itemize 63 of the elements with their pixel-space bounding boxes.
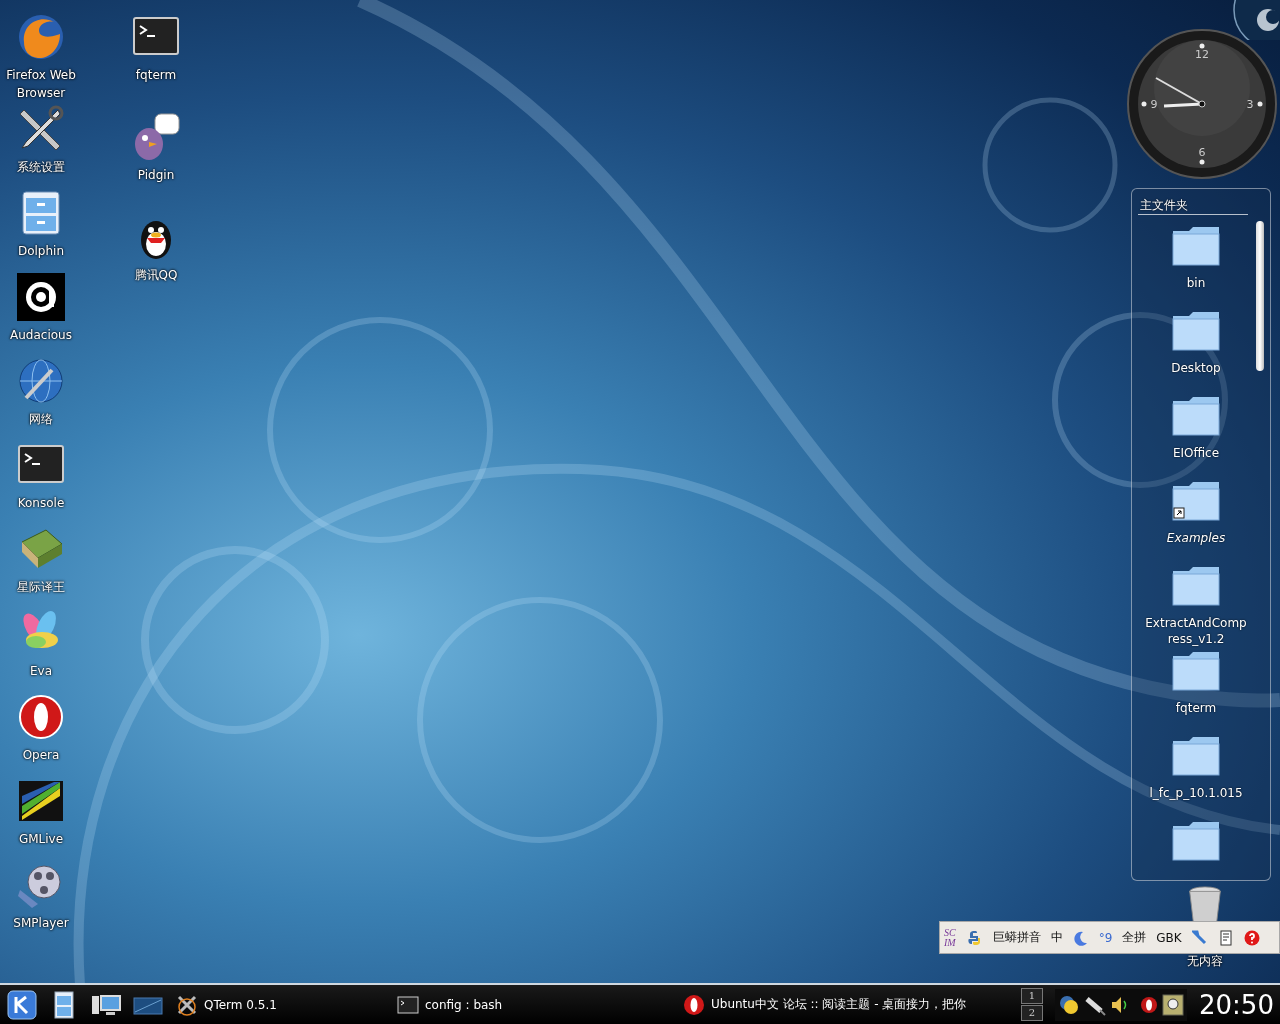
folder-icon[interactable] (1171, 310, 1221, 352)
pager-desktop[interactable]: 2 (1021, 1005, 1043, 1021)
clock-time[interactable]: 20:50 (1199, 989, 1274, 1020)
task-button[interactable]: Ubuntu中文 论坛 :: 阅读主题 - 桌面接力，把你 (679, 987, 1009, 1022)
input-scheme[interactable]: 全拼 (1117, 924, 1152, 951)
audacious-icon (16, 272, 66, 322)
clock-numeral: 12 (1195, 48, 1209, 61)
punctuation-toggle[interactable]: °9 (1093, 924, 1118, 951)
desktop-icon-label[interactable]: Dolphin (17, 242, 65, 260)
x-logo-icon (176, 993, 198, 1016)
desktop-icon-label[interactable]: Konsole (17, 494, 65, 512)
desktop-icon-label[interactable]: GMLive (18, 830, 64, 848)
desktop-icon-label[interactable]: Audacious (10, 326, 72, 344)
clock-hands (1155, 77, 1206, 108)
desktop-icon-label[interactable]: 网络 (29, 410, 53, 428)
python-icon[interactable] (1058, 993, 1080, 1016)
python-icon (966, 929, 983, 946)
desktop-icon-label[interactable]: Eva (29, 662, 52, 680)
folder-label[interactable]: Examples (1143, 530, 1249, 546)
pager-desktop[interactable]: 1 (1021, 988, 1043, 1004)
folder-view-title: 主文件夹 (1138, 197, 1248, 215)
folder-label[interactable]: EIOffice (1143, 445, 1249, 461)
language-mode-toggle[interactable]: 中 (1045, 924, 1068, 951)
task-button[interactable]: config : bash (393, 987, 673, 1022)
wrench-icon[interactable] (1191, 929, 1208, 946)
application-menu-button[interactable] (4, 987, 40, 1022)
desktop-icon-label[interactable]: SMPlayer (13, 914, 69, 932)
desktop-icon-label[interactable]: 系统设置 (17, 158, 65, 176)
clock-numeral: 9 (1150, 98, 1158, 111)
input-method-name[interactable]: 巨蟒拼音 (987, 924, 1046, 951)
folder-link-icon[interactable] (1171, 480, 1221, 522)
folder-label[interactable]: Desktop (1143, 360, 1249, 376)
folder-icon[interactable] (1171, 820, 1221, 862)
folder-icon[interactable] (1171, 225, 1221, 267)
trash-label[interactable]: 无内容 (1187, 952, 1223, 970)
opera-icon (16, 692, 66, 742)
desktop-icon-label[interactable]: Opera (22, 746, 60, 764)
folder-label[interactable]: bin (1143, 275, 1249, 291)
clock-numeral: 6 (1198, 146, 1206, 159)
crescent-icon[interactable] (1072, 929, 1089, 946)
desktop-icon-label[interactable]: fqterm (135, 66, 177, 84)
terminal-icon (397, 993, 419, 1016)
desktop-icon-label[interactable]: Firefox Web Browser (0, 66, 82, 102)
desktop-icon-label[interactable]: 星际译王 (17, 578, 65, 596)
folder-icon[interactable] (1171, 395, 1221, 437)
folder-icon[interactable] (1171, 735, 1221, 777)
desktop-icon-label[interactable]: 腾讯QQ (134, 266, 178, 284)
scim-logo: SC IM (944, 927, 956, 948)
folder-label[interactable]: ExtractAndCompress_v1.2 (1143, 615, 1249, 647)
opera-icon (683, 993, 705, 1016)
encoding-selector[interactable]: GBK (1151, 924, 1187, 951)
k-logo-icon (7, 989, 37, 1020)
folder-icon[interactable] (1171, 650, 1221, 692)
folder-label[interactable]: l_fc_p_10.1.015 (1143, 785, 1249, 801)
folder-label[interactable]: fqterm (1143, 700, 1249, 716)
task-button[interactable]: QTerm 0.5.1 (172, 987, 387, 1022)
desktop-icon-label[interactable]: Pidgin (137, 166, 175, 184)
help-icon[interactable] (1243, 929, 1260, 946)
document-icon[interactable] (1217, 929, 1234, 946)
folder-icon[interactable] (1171, 565, 1221, 607)
scrollbar-thumb[interactable] (1256, 221, 1264, 371)
clock-numeral: 3 (1246, 98, 1254, 111)
globe-wrench-icon (16, 356, 66, 406)
